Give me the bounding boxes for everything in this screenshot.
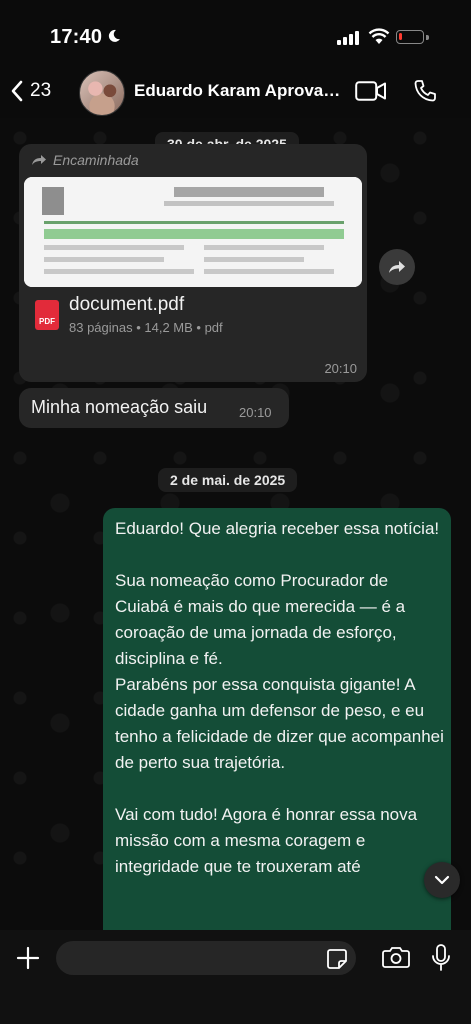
message-input[interactable] xyxy=(56,941,356,975)
date-separator: 2 de mai. de 2025 xyxy=(158,468,298,492)
battery-level xyxy=(399,33,402,40)
scroll-to-bottom-button[interactable] xyxy=(424,862,460,898)
document-name: document.pdf xyxy=(69,294,185,315)
chat-header: 23 Eduardo Karam Aprovad... xyxy=(0,60,471,118)
document-preview-graphic xyxy=(24,177,362,287)
contact-name[interactable]: Eduardo Karam Aprovad... xyxy=(134,81,344,101)
chevron-down-icon xyxy=(434,875,450,885)
document-preview-image[interactable] xyxy=(24,177,362,287)
status-time: 17:40 xyxy=(50,26,103,48)
battery-icon xyxy=(396,30,424,44)
wifi-icon xyxy=(368,28,390,44)
message-time: 20:10 xyxy=(239,405,272,420)
signal-icon xyxy=(337,31,359,45)
message-input-bar xyxy=(0,930,471,1024)
forwarded-label: Encaminhada xyxy=(31,152,139,168)
battery-cap xyxy=(426,35,429,40)
sticker-icon[interactable] xyxy=(326,948,348,970)
video-call-icon[interactable] xyxy=(355,81,387,101)
chevron-left-icon xyxy=(11,80,23,102)
pdf-file-icon: PDF xyxy=(35,300,59,330)
forward-arrow-icon xyxy=(32,155,46,165)
outgoing-text-message[interactable]: Eduardo! Que alegria receber essa notíci… xyxy=(103,508,451,948)
plus-icon[interactable] xyxy=(16,946,40,970)
incoming-document-message[interactable]: Encaminhada PDF document.pdf 83 páginas … xyxy=(19,144,367,382)
share-arrow-icon xyxy=(389,261,405,273)
forward-button[interactable] xyxy=(379,249,415,285)
document-file-info[interactable]: PDF document.pdf 83 páginas • 14,2 MB • … xyxy=(29,294,359,344)
message-text: Eduardo! Que alegria receber essa notíci… xyxy=(115,519,444,876)
message-time: 20:10 xyxy=(324,361,357,376)
unread-count: 23 xyxy=(30,80,52,101)
message-text: Minha nomeação saiu xyxy=(31,397,208,417)
contact-avatar[interactable] xyxy=(79,70,125,116)
incoming-text-message[interactable]: Minha nomeação saiu 20:10 xyxy=(19,388,289,428)
microphone-icon[interactable] xyxy=(432,944,450,972)
moon-icon xyxy=(108,29,120,42)
document-meta: 83 páginas • 14,2 MB • pdf xyxy=(69,320,223,335)
phone-call-icon[interactable] xyxy=(413,79,437,103)
back-button[interactable]: 23 xyxy=(10,80,51,102)
camera-icon[interactable] xyxy=(382,946,410,968)
